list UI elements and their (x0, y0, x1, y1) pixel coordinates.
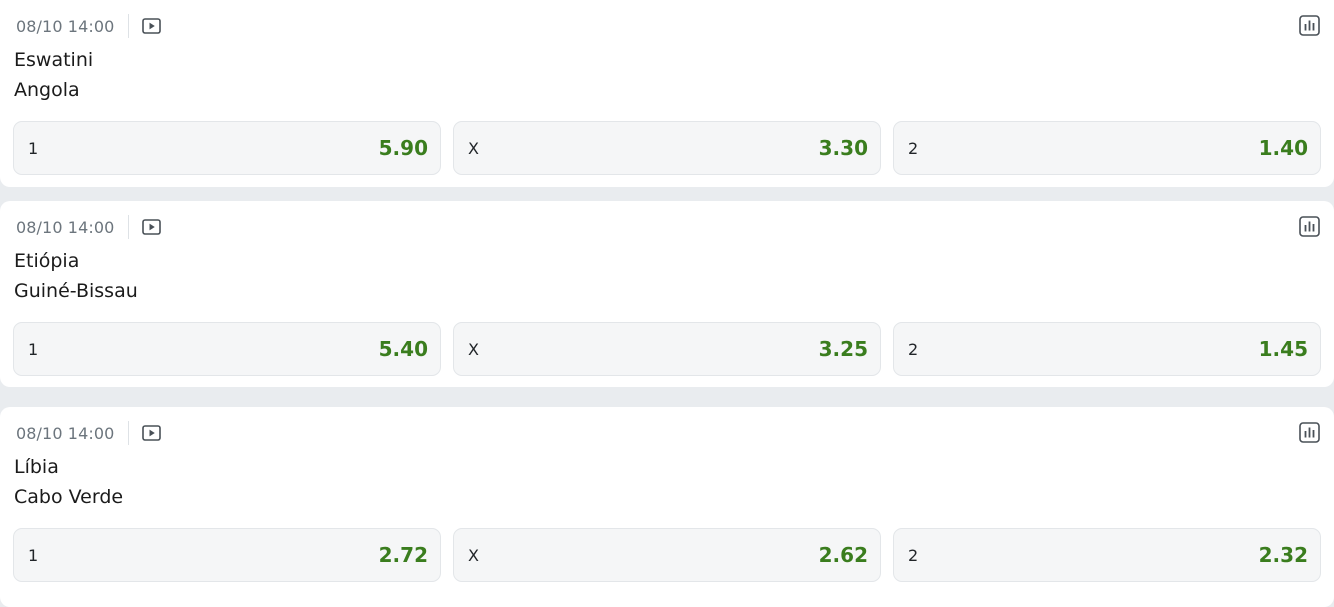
event-card: 08/10 14:00 Líbia Cabo Verde 1 2.72 X 2.… (0, 407, 1334, 607)
odd-value: 1.45 (1258, 337, 1308, 361)
odd-label: X (468, 138, 479, 158)
odd-button-home[interactable]: 1 5.40 (13, 322, 441, 376)
stats-icon[interactable] (1299, 422, 1320, 443)
event-teams[interactable]: Etiópia Guiné-Bissau (14, 246, 138, 306)
stats-icon[interactable] (1299, 216, 1320, 237)
odd-value: 3.25 (818, 337, 868, 361)
event-datetime: 08/10 14:00 (16, 16, 115, 36)
home-team: Etiópia (14, 250, 80, 272)
odd-value: 5.90 (378, 136, 428, 160)
away-team: Cabo Verde (14, 486, 124, 508)
odd-value: 1.40 (1258, 136, 1308, 160)
odd-value: 5.40 (378, 337, 428, 361)
meta-divider (128, 215, 130, 239)
odd-button-away[interactable]: 2 1.45 (893, 322, 1321, 376)
odds-row: 1 5.40 X 3.25 2 1.45 (13, 322, 1321, 376)
play-icon[interactable] (142, 425, 162, 441)
event-meta: 08/10 14:00 (16, 215, 162, 239)
play-icon[interactable] (142, 18, 162, 34)
event-meta: 08/10 14:00 (16, 14, 162, 38)
event-teams[interactable]: Líbia Cabo Verde (14, 452, 123, 512)
odd-button-home[interactable]: 1 2.72 (13, 528, 441, 582)
odd-label: 2 (908, 545, 919, 565)
odd-label: 1 (28, 545, 39, 565)
meta-divider (128, 14, 130, 38)
odd-value: 3.30 (818, 136, 868, 160)
event-card: 08/10 14:00 Etiópia Guiné-Bissau 1 5.40 … (0, 201, 1334, 387)
event-card: 08/10 14:00 Eswatini Angola 1 5.90 X 3.3… (0, 0, 1334, 187)
odd-label: X (468, 339, 479, 359)
odd-button-draw[interactable]: X 2.62 (453, 528, 881, 582)
odd-button-home[interactable]: 1 5.90 (13, 121, 441, 175)
meta-divider (128, 421, 130, 445)
odd-label: X (468, 545, 479, 565)
odd-value: 2.62 (818, 543, 868, 567)
odd-button-draw[interactable]: X 3.30 (453, 121, 881, 175)
play-icon[interactable] (142, 219, 162, 235)
stats-icon[interactable] (1299, 15, 1320, 36)
odd-value: 2.32 (1258, 543, 1308, 567)
odd-label: 2 (908, 339, 919, 359)
odds-row: 1 5.90 X 3.30 2 1.40 (13, 121, 1321, 175)
home-team: Eswatini (14, 49, 94, 71)
away-team: Angola (14, 79, 80, 101)
odd-label: 1 (28, 339, 39, 359)
odd-button-draw[interactable]: X 3.25 (453, 322, 881, 376)
odd-label: 1 (28, 138, 39, 158)
odd-label: 2 (908, 138, 919, 158)
event-meta: 08/10 14:00 (16, 421, 162, 445)
event-list: 08/10 14:00 Eswatini Angola 1 5.90 X 3.3… (0, 0, 1334, 607)
odd-button-away[interactable]: 2 1.40 (893, 121, 1321, 175)
home-team: Líbia (14, 456, 59, 478)
odd-button-away[interactable]: 2 2.32 (893, 528, 1321, 582)
odd-value: 2.72 (378, 543, 428, 567)
event-teams[interactable]: Eswatini Angola (14, 45, 93, 105)
odds-row: 1 2.72 X 2.62 2 2.32 (13, 528, 1321, 582)
away-team: Guiné-Bissau (14, 280, 138, 302)
event-datetime: 08/10 14:00 (16, 423, 115, 443)
event-datetime: 08/10 14:00 (16, 217, 115, 237)
